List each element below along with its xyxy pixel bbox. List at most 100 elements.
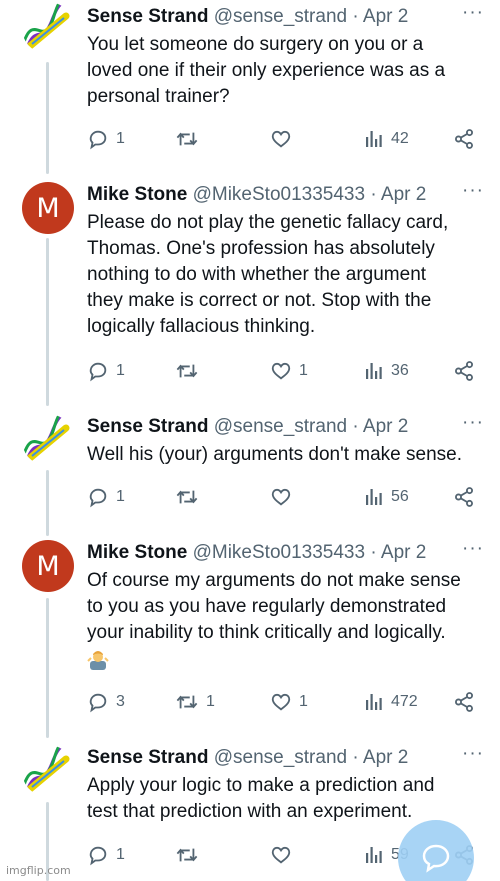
retweet-icon bbox=[175, 691, 199, 713]
author-name[interactable]: Mike Stone bbox=[87, 184, 187, 205]
tweet-actions: 1 1 36 bbox=[87, 358, 492, 384]
reply-button[interactable]: 1 bbox=[87, 842, 125, 868]
reply-button[interactable]: 1 bbox=[87, 484, 125, 510]
share-button[interactable] bbox=[453, 689, 475, 715]
like-button[interactable] bbox=[270, 126, 299, 152]
tweet-text-line: Please do not play the genetic fallacy c… bbox=[87, 212, 449, 233]
author-handle[interactable]: @sense_strand bbox=[214, 6, 347, 27]
reply-icon bbox=[87, 691, 109, 713]
more-icon[interactable]: ··· bbox=[462, 538, 484, 560]
avatar[interactable] bbox=[22, 2, 74, 54]
retweet-button[interactable] bbox=[175, 126, 206, 152]
author-handle[interactable]: @sense_strand bbox=[214, 747, 347, 768]
avatar[interactable]: M bbox=[22, 182, 74, 234]
like-count: 1 bbox=[299, 362, 308, 379]
views-button[interactable]: 56 bbox=[364, 484, 409, 510]
author-name[interactable]: Sense Strand bbox=[87, 6, 208, 27]
like-icon bbox=[270, 360, 292, 382]
tweet-date[interactable]: · Apr 2 bbox=[352, 6, 408, 27]
shrug-emoji bbox=[87, 648, 109, 670]
tweet-actions: 1 56 bbox=[87, 484, 492, 510]
more-icon[interactable]: ··· bbox=[462, 180, 484, 202]
sense-strand-logo-icon bbox=[22, 414, 74, 463]
tweet-actions: 3 1 1 472 bbox=[87, 689, 492, 715]
share-button[interactable] bbox=[453, 358, 475, 384]
tweet-text-line: Well his (your) arguments don't make sen… bbox=[87, 444, 462, 465]
reply-count: 1 bbox=[116, 488, 125, 505]
avatar[interactable] bbox=[22, 745, 74, 797]
retweet-button[interactable]: 1 bbox=[175, 689, 215, 715]
tweet-text-line bbox=[87, 646, 492, 678]
tweet-header: Mike Stone @MikeSto01335433 · Apr 2 bbox=[87, 180, 490, 210]
author-name[interactable]: Sense Strand bbox=[87, 747, 208, 768]
tweet-header: Mike Stone @MikeSto01335433 · Apr 2 bbox=[87, 538, 490, 568]
retweet-icon bbox=[175, 486, 199, 508]
views-button[interactable]: 472 bbox=[364, 689, 418, 715]
tweet-text-line: You let someone do surgery on you or a bbox=[87, 34, 424, 55]
avatar[interactable]: M bbox=[22, 540, 74, 592]
tweet-text-line: to you as you have regularly demonstrate… bbox=[87, 596, 447, 617]
author-handle[interactable]: @MikeSto01335433 bbox=[193, 184, 365, 205]
share-icon bbox=[453, 360, 475, 382]
retweet-button[interactable] bbox=[175, 842, 206, 868]
like-button[interactable] bbox=[270, 484, 299, 510]
tweet-text-line: nothing to do with whether the argument bbox=[87, 264, 427, 285]
retweet-count: 1 bbox=[206, 693, 215, 710]
author-handle[interactable]: @MikeSto01335433 bbox=[193, 542, 365, 563]
reply-count: 1 bbox=[116, 130, 125, 147]
views-count: 42 bbox=[391, 130, 409, 147]
tweet-date[interactable]: · Apr 2 bbox=[370, 542, 426, 563]
tweet[interactable]: M Mike Stone @MikeSto01335433 · Apr 2 ··… bbox=[0, 538, 500, 728]
retweet-icon bbox=[175, 360, 199, 382]
tweet[interactable]: Sense Strand @sense_strand · Apr 2 ··· W… bbox=[0, 412, 500, 522]
tweet[interactable]: M Mike Stone @MikeSto01335433 · Apr 2 ··… bbox=[0, 180, 500, 400]
avatar-letter: M bbox=[36, 192, 60, 224]
reply-button[interactable]: 3 bbox=[87, 689, 125, 715]
reply-icon bbox=[87, 360, 109, 382]
more-icon[interactable]: ··· bbox=[462, 412, 484, 434]
share-button[interactable] bbox=[453, 484, 475, 510]
like-icon bbox=[270, 486, 292, 508]
retweet-icon bbox=[175, 844, 199, 866]
like-icon bbox=[270, 691, 292, 713]
share-button[interactable] bbox=[453, 126, 475, 152]
more-icon[interactable]: ··· bbox=[462, 2, 484, 24]
like-icon bbox=[270, 128, 292, 150]
reply-button[interactable]: 1 bbox=[87, 126, 125, 152]
more-icon[interactable]: ··· bbox=[462, 743, 484, 765]
like-icon bbox=[270, 844, 292, 866]
tweet-text: Please do not play the genetic fallacy c… bbox=[87, 210, 492, 340]
like-button[interactable]: 1 bbox=[270, 689, 308, 715]
compose-icon bbox=[422, 844, 450, 873]
like-count: 1 bbox=[299, 693, 308, 710]
like-button[interactable] bbox=[270, 842, 299, 868]
tweet-date[interactable]: · Apr 2 bbox=[352, 747, 408, 768]
share-icon bbox=[453, 486, 475, 508]
views-button[interactable]: 42 bbox=[364, 126, 409, 152]
reply-button[interactable]: 1 bbox=[87, 358, 125, 384]
tweet[interactable]: Sense Strand @sense_strand · Apr 2 ··· Y… bbox=[0, 2, 500, 162]
tweet-text-line: loved one if their only experience was a… bbox=[87, 60, 446, 81]
reply-count: 1 bbox=[116, 362, 125, 379]
tweet-text-line: your inability to think critically and l… bbox=[87, 622, 446, 643]
views-count: 472 bbox=[391, 693, 418, 710]
author-handle[interactable]: @sense_strand bbox=[214, 416, 347, 437]
views-button[interactable]: 36 bbox=[364, 358, 409, 384]
tweet-actions: 1 42 bbox=[87, 126, 492, 152]
tweet-text-line: Of course my arguments do not make sense bbox=[87, 570, 461, 591]
tweet-text-line: Apply your logic to make a prediction an… bbox=[87, 775, 435, 796]
avatar[interactable] bbox=[22, 414, 74, 466]
avatar-letter: M bbox=[36, 550, 60, 582]
share-icon bbox=[453, 691, 475, 713]
like-button[interactable]: 1 bbox=[270, 358, 308, 384]
reply-count: 3 bbox=[116, 693, 125, 710]
tweet-text: Apply your logic to make a prediction an… bbox=[87, 773, 492, 825]
retweet-button[interactable] bbox=[175, 484, 206, 510]
author-name[interactable]: Mike Stone bbox=[87, 542, 187, 563]
retweet-button[interactable] bbox=[175, 358, 206, 384]
reply-count: 1 bbox=[116, 846, 125, 863]
tweet-date[interactable]: · Apr 2 bbox=[352, 416, 408, 437]
author-name[interactable]: Sense Strand bbox=[87, 416, 208, 437]
tweet-text-line: Thomas. One's profession has absolutely bbox=[87, 238, 435, 259]
tweet-date[interactable]: · Apr 2 bbox=[370, 184, 426, 205]
